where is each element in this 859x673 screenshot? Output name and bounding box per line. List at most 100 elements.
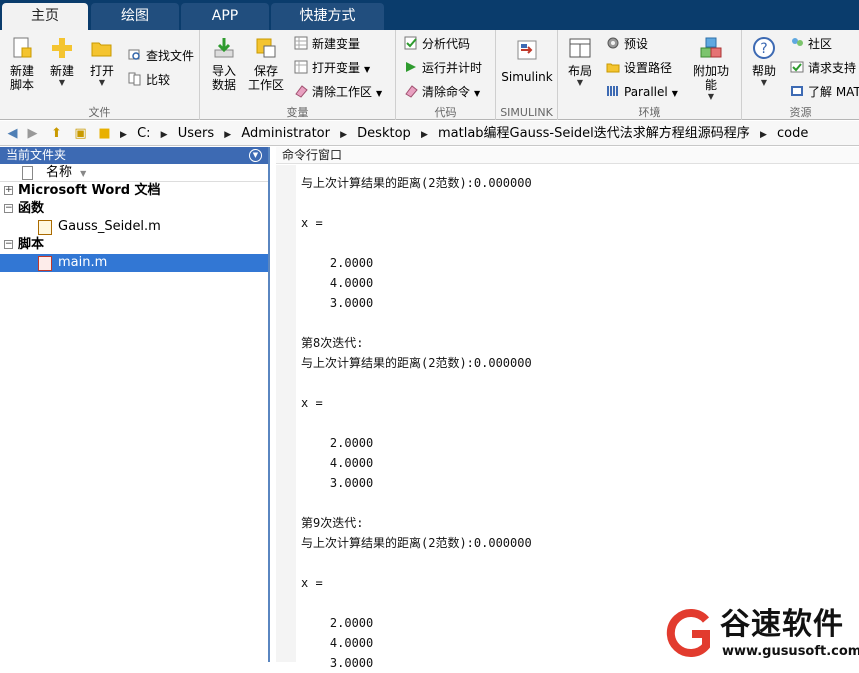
help-button[interactable]: ? 帮助 ▼ [744, 36, 784, 88]
addons-icon [700, 37, 722, 58]
tab-home[interactable]: 主页 [2, 3, 88, 30]
preferences-button[interactable]: 预设 [606, 34, 648, 54]
request-support-label: 请求支持 [808, 61, 857, 75]
watermark: 谷速软件 www.gususoft.com [658, 602, 859, 662]
learn-icon [791, 86, 803, 96]
back-arrow-icon[interactable]: ◀ [4, 125, 21, 142]
breadcrumb-item[interactable]: Desktop [357, 121, 411, 146]
chevron-down-icon[interactable]: ▼ [560, 78, 600, 88]
breadcrumb-item[interactable]: C: [137, 121, 150, 146]
learn-matlab-button[interactable]: 了解 MAT [790, 82, 859, 102]
chevron-down-icon[interactable]: ▼ [474, 89, 480, 98]
new-button[interactable]: 新建 ▼ [42, 36, 82, 88]
simulink-label: Simulink [501, 70, 553, 84]
clear-commands-button[interactable]: 清除命令 ▼ [404, 82, 480, 102]
group-label: 函数 [18, 201, 45, 216]
collapse-icon[interactable]: − [4, 240, 13, 249]
panel-options-icon[interactable]: ▼ [249, 149, 262, 162]
breadcrumb-item[interactable]: Administrator [241, 121, 330, 146]
request-support-button[interactable]: 请求支持 [790, 58, 856, 78]
clear-workspace-button[interactable]: 清除工作区 ▼ [294, 82, 382, 102]
run-and-time-button[interactable]: 运行并计时 [404, 58, 482, 78]
file-item[interactable]: Gauss_Seidel.m [0, 218, 268, 236]
tab-shortcuts[interactable]: 快捷方式 [271, 3, 384, 30]
breadcrumb-separator-icon: ▶ [420, 130, 428, 140]
chevron-down-icon[interactable]: ▼ [364, 65, 370, 74]
save-workspace-icon [256, 38, 276, 58]
tab-plots[interactable]: 绘图 [91, 3, 179, 30]
toolstrip-tabbar: 主页 绘图 APP 快捷方式 [0, 0, 859, 30]
learn-matlab-label: 了解 MAT [808, 85, 859, 99]
analyze-code-button[interactable]: 分析代码 [404, 34, 470, 54]
chevron-down-icon[interactable]: ▼ [744, 78, 784, 88]
compare-label: 比较 [146, 73, 171, 87]
group-resources-label: 资源 [789, 106, 812, 119]
file-item-selected[interactable]: main.m [0, 254, 268, 272]
parallel-button[interactable]: Parallel ▼ [606, 82, 678, 102]
group-label: Microsoft Word 文档 [18, 183, 161, 198]
group-code-label: 代码 [434, 106, 457, 119]
name-column-header[interactable]: 名称 ▼ [0, 164, 268, 182]
svg-text:?: ? [760, 41, 767, 57]
parallel-icon [607, 86, 618, 96]
community-label: 社区 [808, 37, 833, 51]
open-variable-button[interactable]: 打开变量 ▼ [294, 58, 370, 78]
chevron-down-icon[interactable]: ▼ [82, 78, 122, 88]
chevron-down-icon[interactable]: ▼ [376, 89, 382, 98]
support-icon [790, 61, 804, 73]
group-resources: ? 帮助 ▼ 社区 请求支持 了解 MAT 资源 [742, 30, 859, 120]
breadcrumb-item[interactable]: code [777, 121, 808, 146]
import-data-button[interactable]: 导入 数据 [204, 36, 244, 92]
breadcrumb-item[interactable]: Users [178, 121, 214, 146]
tree-group-scripts[interactable]: − 脚本 [0, 236, 268, 254]
collapse-icon[interactable]: − [4, 204, 13, 213]
command-window[interactable]: 命令行窗口 与上次计算结果的距离(2范数):0.000000 x = 2.000… [276, 147, 859, 670]
tab-apps[interactable]: APP [181, 3, 269, 30]
eraser-icon [295, 85, 308, 98]
chevron-down-icon[interactable]: ▼ [42, 78, 82, 88]
help-icon: ? [753, 37, 775, 59]
up-folder-icon[interactable]: ⬆ [48, 125, 65, 142]
current-folder-header: 当前文件夹 ▼ [0, 147, 268, 164]
forward-arrow-icon[interactable]: ▶ [24, 125, 41, 142]
browse-folder-icon[interactable]: ▣ [72, 125, 89, 142]
script-file-icon [38, 256, 52, 271]
tree-group-functions[interactable]: − 函数 [0, 200, 268, 218]
open-button[interactable]: 打开 ▼ [82, 36, 122, 88]
help-label: 帮助 [751, 64, 776, 78]
analyze-code-icon [404, 36, 417, 50]
tree-group-word-docs[interactable]: + Microsoft Word 文档 [0, 182, 268, 200]
group-label: 脚本 [18, 237, 45, 252]
preferences-label: 预设 [624, 37, 649, 51]
eraser-icon [405, 85, 418, 98]
new-label: 新建 [49, 64, 74, 78]
chevron-down-icon[interactable]: ▼ [672, 89, 678, 98]
breadcrumb: ▶ C: ▶ Users ▶ Administrator ▶ Desktop ▶… [118, 121, 812, 146]
parallel-label: Parallel [624, 85, 668, 99]
group-simulink-label: SIMULINK [500, 106, 553, 119]
new-variable-label: 新建变量 [312, 37, 361, 51]
breadcrumb-item[interactable]: matlab编程Gauss-Seidel迭代法求解方程组源码程序 [438, 121, 750, 146]
set-path-button[interactable]: 设置路径 [606, 58, 672, 78]
find-files-label: 查找文件 [146, 49, 195, 63]
compare-button[interactable]: 比较 [128, 70, 170, 90]
folder-path-icon [606, 63, 620, 73]
group-environment-label: 环境 [638, 106, 661, 119]
new-variable-icon [294, 36, 308, 50]
save-workspace-button[interactable]: 保存 工作区 [246, 36, 286, 92]
new-variable-button[interactable]: 新建变量 [294, 34, 360, 54]
run-and-time-label: 运行并计时 [422, 61, 483, 75]
simulink-button[interactable]: Simulink [500, 38, 554, 84]
find-files-button[interactable]: 查找文件 [128, 46, 194, 66]
community-button[interactable]: 社区 [790, 34, 832, 54]
new-script-icon [13, 37, 32, 58]
command-window-title: 命令行窗口 [276, 147, 859, 164]
current-folder-panel: 当前文件夹 ▼ 名称 ▼ + Microsoft Word 文档 − 函数 Ga… [0, 147, 270, 662]
breadcrumb-separator-icon: ▶ [340, 130, 348, 140]
addons-button[interactable]: 附加功能 ▼ [688, 36, 734, 102]
layout-button[interactable]: 布局 ▼ [560, 36, 600, 88]
new-script-button[interactable]: 新建 脚本 [2, 36, 42, 92]
expand-icon[interactable]: + [4, 186, 13, 195]
file-name: Gauss_Seidel.m [58, 219, 161, 234]
chevron-down-icon[interactable]: ▼ [688, 92, 734, 102]
